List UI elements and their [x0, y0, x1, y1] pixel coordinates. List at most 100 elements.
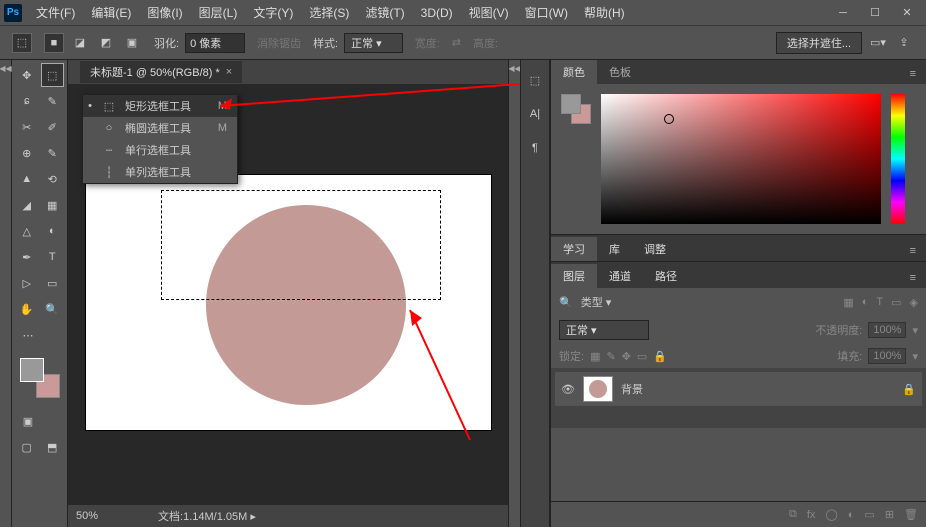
quick-select-tool[interactable]: ✎	[41, 89, 65, 113]
maximize-button[interactable]: ☐	[860, 3, 890, 23]
menu-view[interactable]: 视图(V)	[461, 4, 517, 21]
menu-type[interactable]: 文字(Y)	[245, 4, 301, 21]
color-marker[interactable]	[664, 114, 674, 124]
filter-pixel-icon[interactable]: ▦	[843, 296, 853, 309]
color-field[interactable]	[601, 94, 881, 224]
toolbox-collapse[interactable]: ◀◀	[0, 60, 12, 527]
eraser-tool[interactable]: ◢	[15, 193, 39, 217]
tab-paths[interactable]: 路径	[643, 264, 689, 288]
selection-intersect-icon[interactable]: ▣	[122, 33, 142, 53]
flyout-ellipse-marquee[interactable]: ○ 椭圆选框工具M	[83, 117, 237, 139]
hand-tool[interactable]: ✋	[15, 297, 39, 321]
eyedropper-tool[interactable]: ✐	[41, 115, 65, 139]
new-layer-icon[interactable]: ⊞	[885, 508, 894, 521]
selection-new-icon[interactable]: ■	[44, 33, 64, 53]
menu-filter[interactable]: 滤镜(T)	[357, 4, 412, 21]
marquee-tool[interactable]: ⬚	[41, 63, 65, 87]
link-layers-icon[interactable]: ⧉	[789, 508, 797, 521]
layer-thumbnail[interactable]	[583, 376, 613, 402]
select-and-mask-button[interactable]: 选择并遮住...	[776, 32, 862, 54]
flyout-col-marquee[interactable]: ┆ 单列选框工具	[83, 161, 237, 183]
history-icon[interactable]: ⬚	[525, 70, 545, 90]
fg-color-chip[interactable]	[561, 94, 581, 114]
brush-tool[interactable]: ✎	[41, 141, 65, 165]
tab-swatches[interactable]: 色板	[597, 60, 643, 84]
lock-pixels-icon[interactable]: ▦	[590, 350, 600, 363]
menu-window[interactable]: 窗口(W)	[517, 4, 576, 21]
workspace-icon[interactable]: ▭▾	[868, 33, 888, 53]
lock-position-icon[interactable]: ✥	[622, 350, 631, 363]
flyout-row-marquee[interactable]: ┄ 单行选框工具	[83, 139, 237, 161]
adjustment-icon[interactable]: ◐	[848, 509, 855, 521]
lasso-tool[interactable]: ɕ	[15, 89, 39, 113]
filter-smart-icon[interactable]: ◈	[910, 296, 918, 309]
minimize-button[interactable]: ─	[828, 3, 858, 23]
menu-3d[interactable]: 3D(D)	[413, 6, 461, 20]
close-button[interactable]: ✕	[892, 3, 922, 23]
dodge-tool[interactable]: ◐	[41, 219, 65, 243]
glyph-icon[interactable]: A|	[525, 104, 545, 124]
feather-input[interactable]	[185, 33, 245, 53]
zoom-level[interactable]: 50%	[76, 510, 98, 522]
lock-all-icon[interactable]: 🔒	[653, 350, 667, 363]
mask-icon[interactable]: ◯	[825, 508, 837, 521]
pen-tool[interactable]: ✒	[15, 245, 39, 269]
tab-color[interactable]: 颜色	[551, 60, 597, 84]
path-select-tool[interactable]: ▷	[15, 271, 39, 295]
zoom-tool[interactable]: 🔍	[41, 297, 65, 321]
tool-preset-icon[interactable]: ⬚	[12, 33, 32, 53]
tab-layers[interactable]: 图层	[551, 264, 597, 288]
blend-mode-select[interactable]: 正常 ▾	[559, 320, 649, 340]
selection-add-icon[interactable]: ◪	[70, 33, 90, 53]
gradient-tool[interactable]: ▦	[41, 193, 65, 217]
layer-name[interactable]: 背景	[621, 381, 894, 397]
flyout-rect-marquee[interactable]: •⬚ 矩形选框工具M	[83, 95, 237, 117]
opacity-value[interactable]: 100%	[868, 322, 906, 338]
tab-learn[interactable]: 学习	[551, 237, 597, 261]
move-tool[interactable]: ✥	[15, 63, 39, 87]
screenmode-tool[interactable]: ▢	[15, 435, 39, 459]
menu-file[interactable]: 文件(F)	[28, 4, 83, 21]
filter-kind-select[interactable]: 类型 ▾	[581, 294, 612, 310]
blur-tool[interactable]: △	[15, 219, 39, 243]
menu-image[interactable]: 图像(I)	[139, 4, 190, 21]
paragraph-icon[interactable]: ¶	[525, 138, 545, 158]
layer-row[interactable]: 👁 背景 🔒	[555, 372, 922, 406]
search-icon[interactable]: 🔍	[559, 296, 573, 309]
hue-slider[interactable]	[891, 94, 905, 224]
menu-help[interactable]: 帮助(H)	[576, 4, 633, 21]
group-icon[interactable]: ▭	[864, 508, 874, 521]
menu-edit[interactable]: 编辑(E)	[83, 4, 139, 21]
close-tab-icon[interactable]: ×	[226, 66, 232, 78]
lock-artboard-icon[interactable]: ▭	[637, 350, 647, 363]
selection-subtract-icon[interactable]: ◩	[96, 33, 116, 53]
delete-layer-icon[interactable]: 🗑	[904, 508, 918, 521]
style-select[interactable]: 正常 ▾	[344, 33, 403, 53]
canvas[interactable]	[86, 175, 491, 430]
tab-channels[interactable]: 通道	[597, 264, 643, 288]
tab-library[interactable]: 库	[597, 237, 632, 261]
menu-layer[interactable]: 图层(L)	[191, 4, 246, 21]
panel-menu-icon[interactable]: ≡	[900, 64, 926, 84]
tab-adjust[interactable]: 调整	[632, 237, 678, 261]
shape-tool[interactable]: ▭	[41, 271, 65, 295]
lock-paint-icon[interactable]: ✎	[606, 350, 615, 363]
learn-menu-icon[interactable]: ≡	[900, 241, 926, 261]
visibility-icon[interactable]: 👁	[561, 383, 575, 396]
screenmode2-tool[interactable]: ⬒	[41, 435, 65, 459]
edit-toolbar[interactable]: ⋯	[15, 323, 41, 347]
healing-tool[interactable]: ⊕	[15, 141, 39, 165]
mid-collapse[interactable]: ◀◀	[508, 60, 520, 527]
crop-tool[interactable]: ✂	[15, 115, 39, 139]
type-tool[interactable]: T	[41, 245, 65, 269]
filter-shape-icon[interactable]: ▭	[891, 296, 901, 309]
layers-menu-icon[interactable]: ≡	[900, 268, 926, 288]
stamp-tool[interactable]: ▲	[15, 167, 39, 191]
quickmask-tool[interactable]: ▣	[15, 409, 41, 433]
fx-icon[interactable]: fx	[807, 509, 816, 521]
fill-value[interactable]: 100%	[868, 348, 906, 364]
document-tab[interactable]: 未标题-1 @ 50%(RGB/8) * ×	[80, 61, 242, 83]
filter-adjust-icon[interactable]: ◐	[862, 296, 869, 309]
menu-select[interactable]: 选择(S)	[301, 4, 357, 21]
share-icon[interactable]: ⇪	[894, 33, 914, 53]
